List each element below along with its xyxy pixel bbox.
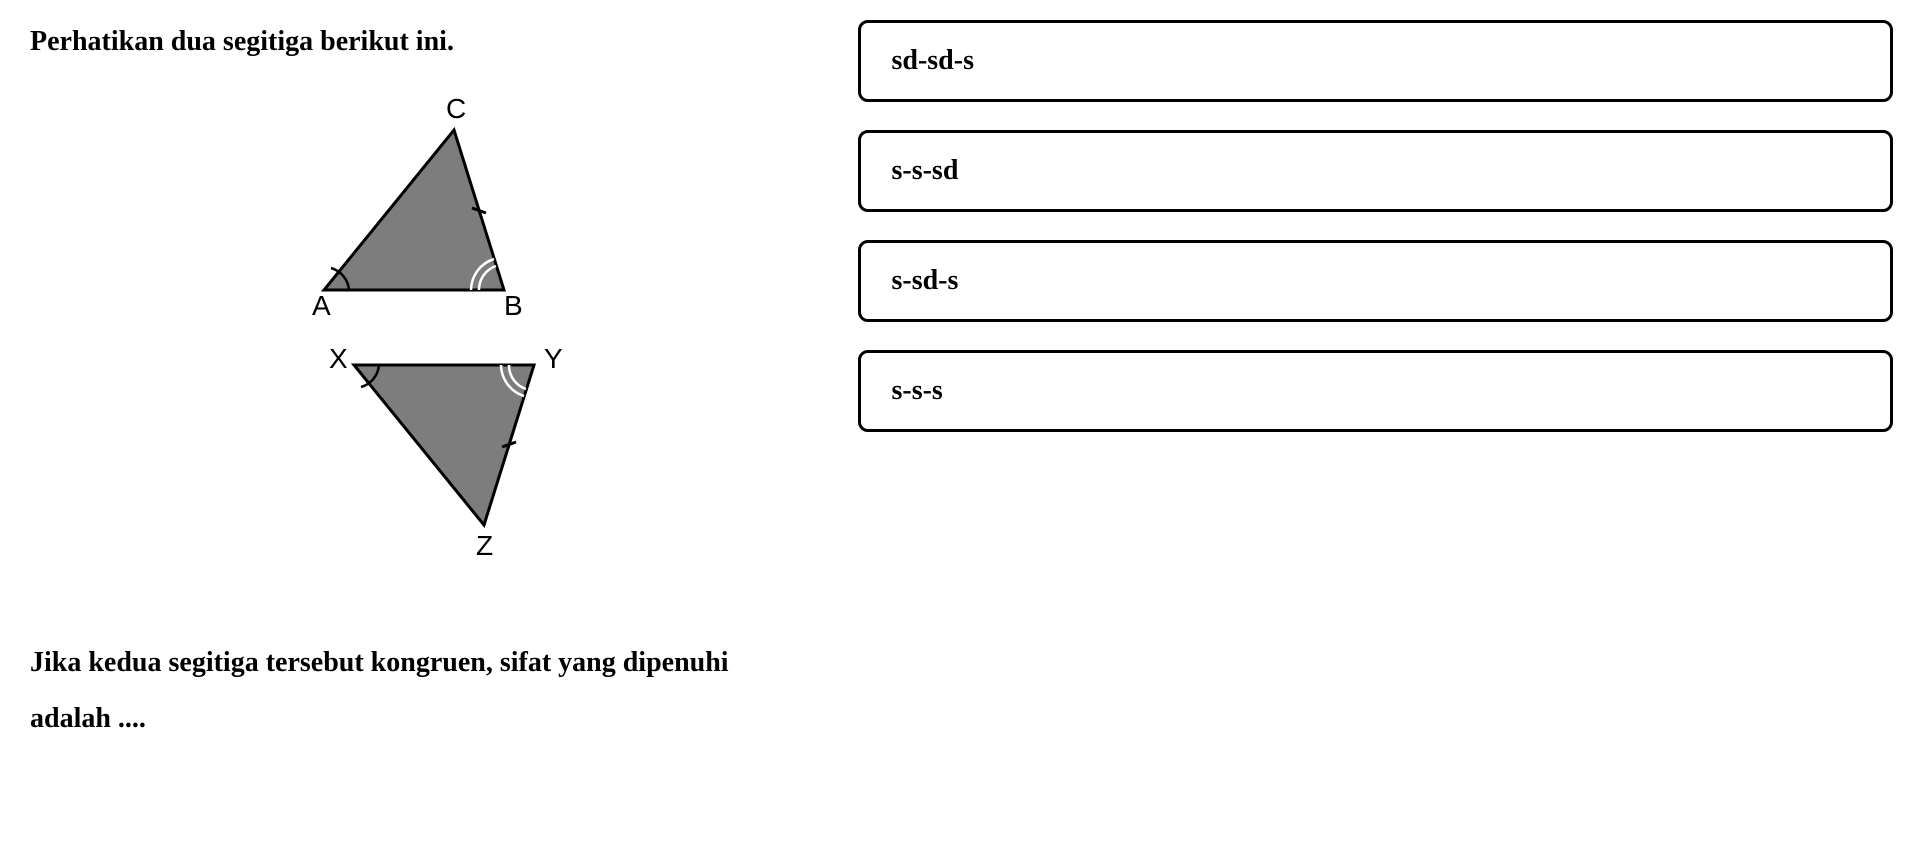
question-intro: Perhatikan dua segitiga berikut ini. [30, 20, 798, 65]
triangle-xyz: X Y Z [294, 315, 614, 575]
option-c[interactable]: s-sd-s [858, 240, 1893, 322]
label-z: Z [476, 530, 493, 561]
options-column: sd-sd-s s-s-sd s-sd-s s-s-s [858, 20, 1893, 747]
option-d[interactable]: s-s-s [858, 350, 1893, 432]
option-b[interactable]: s-s-sd [858, 130, 1893, 212]
option-a[interactable]: sd-sd-s [858, 20, 1893, 102]
label-y: Y [544, 343, 563, 374]
question-container: Perhatikan dua segitiga berikut ini. A B… [30, 20, 1893, 747]
label-x: X [329, 343, 348, 374]
triangle-abc: A B C [264, 80, 564, 340]
question-prompt: Jika kedua segitiga tersebut kongruen, s… [30, 635, 798, 747]
prompt-line-1: Jika kedua segitiga tersebut kongruen, s… [30, 635, 798, 691]
triangles-figure: A B C X Y Z [30, 80, 798, 575]
label-c: C [446, 93, 466, 124]
question-column: Perhatikan dua segitiga berikut ini. A B… [30, 20, 798, 747]
prompt-line-2: adalah .... [30, 691, 798, 747]
